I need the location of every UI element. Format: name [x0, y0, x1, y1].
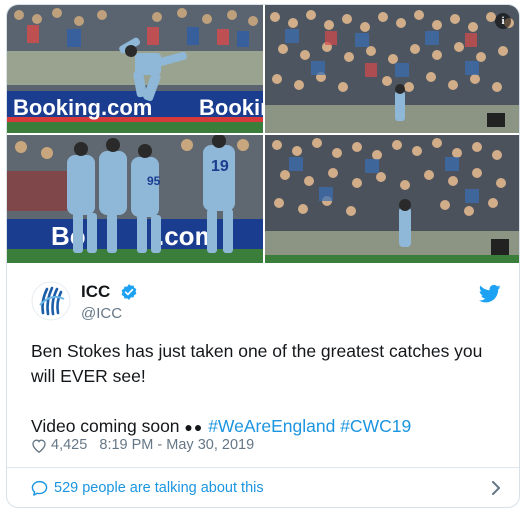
tweet-text: Ben Stokes has just taken one of the gre…: [31, 339, 501, 440]
hashtag-we-are-england[interactable]: #WeAreEngland: [208, 416, 335, 436]
comment-bubble-icon: [31, 481, 48, 496]
divider: [7, 467, 519, 468]
embedded-tweet-card[interactable]: Booking.com Bookin: [6, 4, 520, 508]
media-photo-1[interactable]: Booking.com Bookin: [7, 5, 263, 133]
info-icon[interactable]: i: [495, 13, 511, 29]
author-name[interactable]: ICC: [81, 282, 110, 302]
video-coming-soon: Video coming soon: [31, 416, 180, 436]
media-photo-2[interactable]: i: [265, 5, 519, 133]
tweet-header: ICC @ICC: [31, 279, 501, 329]
media-photo-3[interactable]: Bo .com 19 95: [7, 135, 263, 263]
heart-icon[interactable]: [31, 438, 47, 453]
media-photo-4[interactable]: [265, 135, 519, 263]
photo-catch-leap: Booking.com Bookin: [7, 5, 263, 133]
tweet-meta: 4,425 8:19 PM - May 30, 2019: [31, 435, 254, 455]
jersey-number-2: 95: [147, 174, 161, 188]
photo-team-celebration: Bo .com 19 95: [7, 135, 263, 263]
icc-logo-avatar[interactable]: [31, 281, 71, 321]
tweet-text-line-1: Ben Stokes has just taken one of the gre…: [31, 341, 483, 386]
chevron-right-icon[interactable]: [491, 481, 501, 495]
tweet-timestamp[interactable]: 8:19 PM - May 30, 2019: [99, 437, 254, 453]
twitter-bird-icon[interactable]: [479, 284, 501, 304]
hashtag-cwc19[interactable]: #CWC19: [340, 416, 411, 436]
banner-text-1: Booking.com: [13, 95, 152, 120]
conversation-link[interactable]: 529 people are talking about this: [31, 475, 501, 501]
like-count[interactable]: 4,425: [51, 437, 87, 453]
photo-crowd-celebration: [265, 5, 519, 133]
tweet-media-grid[interactable]: Booking.com Bookin: [7, 5, 519, 263]
verified-badge-icon: [121, 284, 137, 300]
author-handle[interactable]: @ICC: [81, 305, 122, 322]
banner-text-2: Bookin: [199, 95, 263, 120]
photo-fielder-after-catch: [265, 135, 519, 263]
jersey-number-1: 19: [211, 158, 229, 175]
conversation-count[interactable]: 529 people are talking about this: [54, 480, 264, 496]
